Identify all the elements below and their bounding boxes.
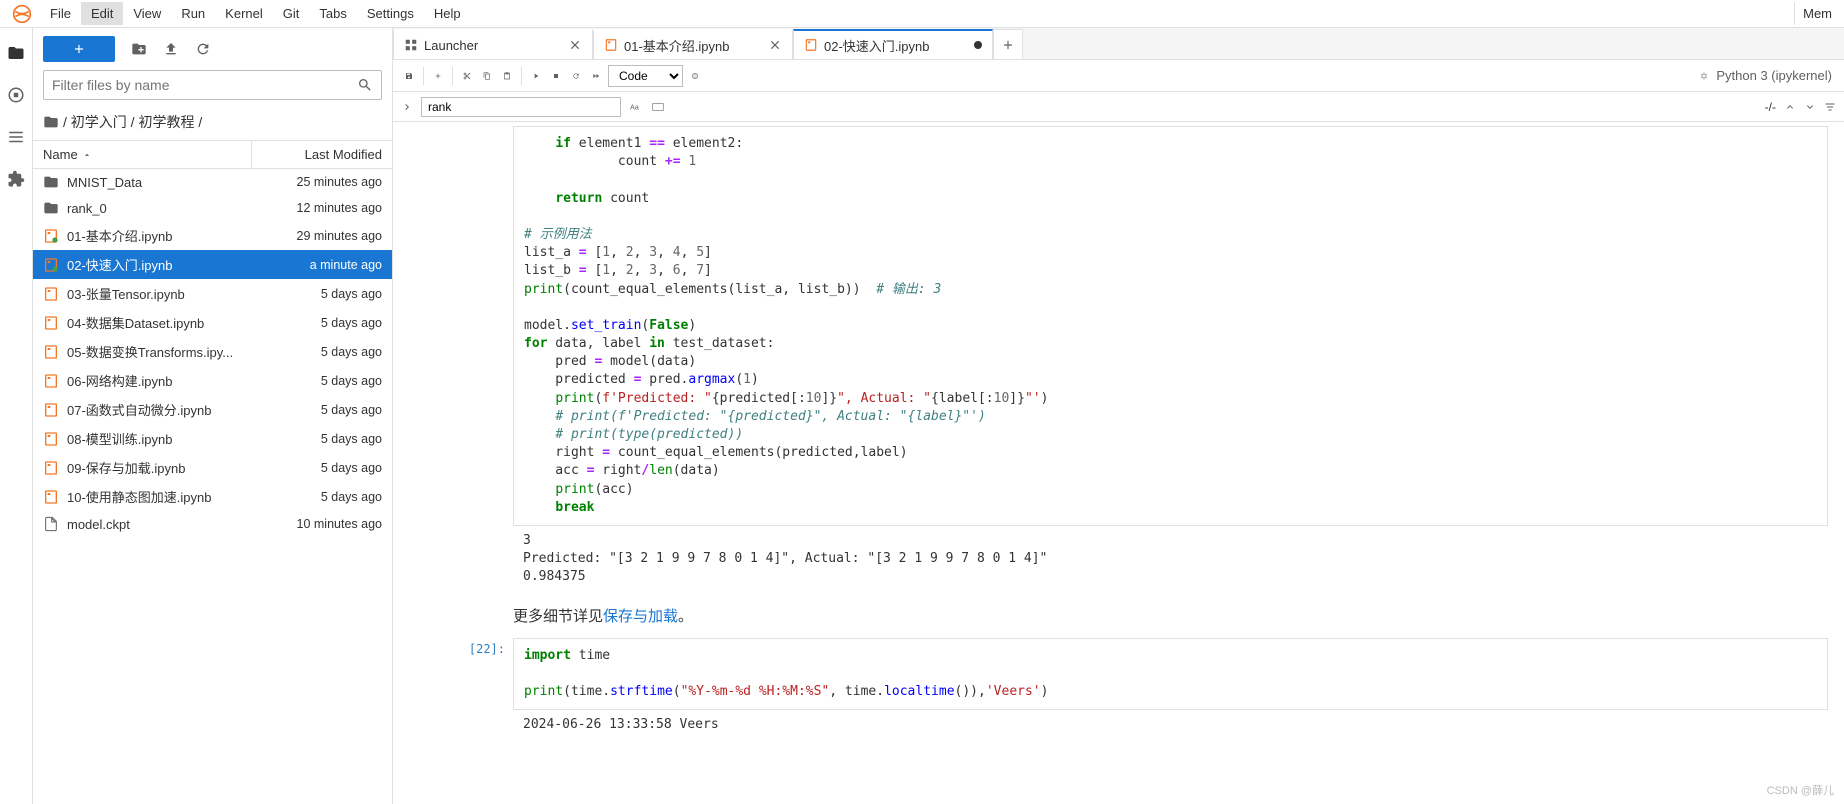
regex-icon[interactable]: Aa [629,100,643,114]
menu-kernel[interactable]: Kernel [215,2,273,25]
menu-help[interactable]: Help [424,2,471,25]
cell[interactable]: [22]:import time print(time.strftime("%Y… [453,638,1844,741]
file-row[interactable]: 10-使用静态图加速.ipynb5 days ago [33,482,392,511]
watermark: CSDN @薛儿 [1767,782,1834,798]
toc-icon[interactable] [7,128,25,146]
menubar: FileEditViewRunKernelGitTabsSettingsHelp… [0,0,1844,28]
prev-match-icon[interactable] [1784,101,1796,113]
file-row[interactable]: 05-数据变换Transforms.ipy...5 days ago [33,337,392,366]
paste-icon[interactable] [499,68,515,84]
file-row[interactable]: 01-基本介绍.ipynb29 minutes ago [33,221,392,250]
search-input[interactable] [421,97,621,117]
gear-icon[interactable] [1696,68,1712,84]
cell-output: 3 Predicted: "[3 2 1 9 9 7 8 0 1 4]", Ac… [513,526,1828,593]
kernel-name[interactable]: Python 3 (ipykernel) [1716,68,1832,83]
new-folder-icon[interactable] [131,41,147,57]
cell-type-select[interactable]: Code [608,65,683,87]
tab[interactable]: Launcher [393,29,593,59]
sort-asc-icon [82,150,92,160]
breadcrumb[interactable]: / 初学入门 / 初学教程 / [33,108,392,140]
folder-icon[interactable] [7,44,25,62]
menu-tabs[interactable]: Tabs [309,2,356,25]
new-launcher-button[interactable] [43,36,115,62]
cell[interactable]: 更多细节详见保存与加载。 [453,597,1844,634]
menu-run[interactable]: Run [171,2,215,25]
notebook-toolbar: Code Python 3 (ipykernel) [393,60,1844,92]
close-icon[interactable] [768,38,782,52]
restart-icon[interactable] [568,68,584,84]
file-row[interactable]: 02-快速入门.ipynba minute ago [33,250,392,279]
file-browser-header: Name Last Modified [33,140,392,169]
col-name[interactable]: Name [33,141,252,168]
add-cell-icon[interactable] [430,68,446,84]
file-row[interactable]: model.ckpt10 minutes ago [33,511,392,537]
file-row[interactable]: MNIST_Data25 minutes ago [33,169,392,195]
notebook-body: if element1 == element2: count += 1 retu… [393,122,1844,804]
run-icon[interactable] [528,68,544,84]
search-icon [357,77,373,93]
close-icon[interactable] [568,38,582,52]
code-input[interactable]: import time print(time.strftime("%Y-%m-%… [513,638,1828,711]
main-area: Launcher01-基本介绍.ipynb02-快速入门.ipynb Code … [393,28,1844,804]
render-icon[interactable] [687,68,703,84]
chevron-right-icon[interactable] [401,101,413,113]
cell[interactable]: if element1 == element2: count += 1 retu… [453,126,1844,593]
col-modified[interactable]: Last Modified [252,141,392,168]
file-list: MNIST_Data25 minutes agorank_012 minutes… [33,169,392,804]
extension-icon[interactable] [7,170,25,188]
markdown-cell: 更多细节详见保存与加载。 [513,597,1828,634]
save-icon[interactable] [401,68,417,84]
file-row[interactable]: 08-模型训练.ipynb5 days ago [33,424,392,453]
whole-word-icon[interactable] [651,100,665,114]
menu-git[interactable]: Git [273,2,310,25]
running-icon[interactable] [7,86,25,104]
memory-indicator: Mem [1794,2,1840,25]
search-count: -/- [1765,100,1776,114]
file-row[interactable]: 06-网络构建.ipynb5 days ago [33,366,392,395]
cell-prompt: [22]: [453,638,513,741]
notebook-search-bar: Aa -/- [393,92,1844,122]
cut-icon[interactable] [459,68,475,84]
filter-icon[interactable] [1824,101,1836,113]
cell-prompt [453,126,513,593]
tab-bar: Launcher01-基本介绍.ipynb02-快速入门.ipynb [393,28,1844,60]
file-row[interactable]: 03-张量Tensor.ipynb5 days ago [33,279,392,308]
menu-view[interactable]: View [123,2,171,25]
svg-text:Aa: Aa [630,104,639,111]
menu-edit[interactable]: Edit [81,2,123,25]
file-row[interactable]: 09-保存与加载.ipynb5 days ago [33,453,392,482]
jupyter-logo-icon [12,4,32,24]
file-row[interactable]: 07-函数式自动微分.ipynb5 days ago [33,395,392,424]
stop-icon[interactable] [548,68,564,84]
code-input[interactable]: if element1 == element2: count += 1 retu… [513,126,1828,526]
file-row[interactable]: 04-数据集Dataset.ipynb5 days ago [33,308,392,337]
copy-icon[interactable] [479,68,495,84]
add-tab-button[interactable] [993,29,1023,59]
filter-files-input[interactable] [43,70,382,100]
fast-forward-icon[interactable] [588,68,604,84]
cell-prompt [453,597,513,634]
menu-file[interactable]: File [40,2,81,25]
file-row[interactable]: rank_012 minutes ago [33,195,392,221]
tab[interactable]: 01-基本介绍.ipynb [593,29,793,59]
dirty-indicator [974,41,982,49]
cell-output: 2024-06-26 13:33:58 Veers [513,710,1828,740]
tab[interactable]: 02-快速入门.ipynb [793,29,993,59]
menu-settings[interactable]: Settings [357,2,424,25]
next-match-icon[interactable] [1804,101,1816,113]
folder-icon [43,114,59,130]
refresh-icon[interactable] [195,41,211,57]
upload-icon[interactable] [163,41,179,57]
file-browser: / 初学入门 / 初学教程 / Name Last Modified MNIST… [33,28,393,804]
activity-bar [0,28,33,804]
